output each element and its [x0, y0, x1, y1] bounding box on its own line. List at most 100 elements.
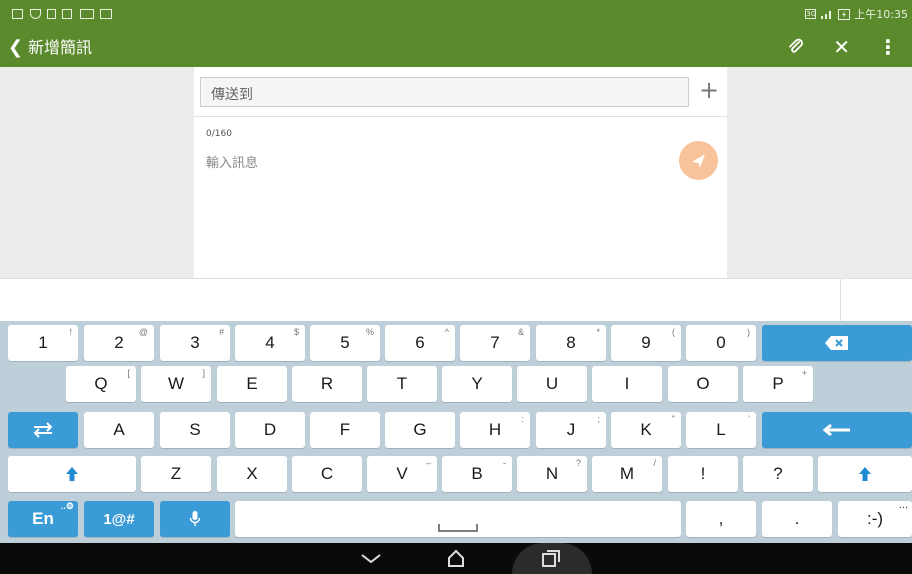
key-label: 2: [114, 333, 124, 352]
key-label: P: [772, 374, 784, 393]
key-l[interactable]: L ': [686, 412, 756, 448]
key-i[interactable]: I: [592, 366, 662, 402]
key-k[interactable]: K ": [611, 412, 681, 448]
key-question[interactable]: ?: [743, 456, 813, 492]
key-y[interactable]: Y: [442, 366, 512, 402]
back-arrow-icon[interactable]: ❮: [8, 37, 23, 59]
add-recipient-button[interactable]: +: [694, 75, 724, 105]
nav-home-icon[interactable]: [446, 548, 466, 568]
key-2[interactable]: 2 @: [84, 325, 154, 361]
shift-key-right[interactable]: [818, 456, 912, 492]
message-composer: 傳送到 + 0/160 輸入訊息: [194, 67, 727, 278]
enter-key[interactable]: [762, 412, 912, 448]
key-s[interactable]: S: [160, 412, 230, 448]
switch-keyboard-key[interactable]: [8, 412, 78, 448]
key-5[interactable]: 5%: [310, 325, 380, 361]
key-sublabel: (: [672, 327, 675, 337]
send-plane-icon: [692, 154, 705, 168]
key-label: W: [167, 374, 185, 393]
key-sublabel: ;: [597, 414, 600, 424]
key-w[interactable]: W]: [141, 366, 211, 402]
key-m[interactable]: M /: [592, 456, 662, 492]
key-6[interactable]: 6 ^: [385, 325, 455, 361]
key-c[interactable]: C: [292, 456, 362, 492]
key-4[interactable]: 4 $: [235, 325, 305, 361]
backspace-key[interactable]: [762, 325, 912, 361]
key-b[interactable]: B-: [442, 456, 512, 492]
key-f[interactable]: F: [310, 412, 380, 448]
shift-arrow-icon: [66, 467, 78, 481]
key-9[interactable]: 9(: [611, 325, 681, 361]
key-sublabel: ]: [202, 368, 205, 378]
left-margin-panel: [0, 67, 194, 278]
key-label: O: [696, 374, 710, 393]
key-label: 7: [490, 333, 500, 352]
key-7[interactable]: 7 &: [460, 325, 530, 361]
key-a[interactable]: A: [84, 412, 154, 448]
key-label: I: [624, 374, 630, 393]
key-3[interactable]: 3 #: [160, 325, 230, 361]
key-label: L: [716, 420, 726, 439]
language-key[interactable]: En ..⚙: [8, 501, 78, 537]
nav-recents-icon[interactable]: [541, 549, 561, 569]
key-sublabel: *: [596, 327, 600, 337]
key-g[interactable]: G: [385, 412, 455, 448]
key-label: En: [32, 509, 54, 528]
key-0[interactable]: 0): [686, 325, 756, 361]
key-label: 0: [716, 333, 726, 352]
key-sublabel: ...: [898, 499, 908, 511]
paperclip-icon[interactable]: [787, 38, 805, 56]
key-sublabel: $: [293, 327, 299, 337]
shift-arrow-icon: [859, 467, 871, 481]
key-label: E: [246, 374, 258, 393]
key-x[interactable]: X: [217, 456, 287, 492]
key-r[interactable]: R: [292, 366, 362, 402]
key-label: 3: [190, 333, 200, 352]
space-bar[interactable]: [235, 501, 681, 537]
key-j[interactable]: J;: [536, 412, 606, 448]
key-q[interactable]: Q[: [66, 366, 136, 402]
key-v[interactable]: V –: [367, 456, 437, 492]
gallery-icon: [12, 9, 23, 19]
key-o[interactable]: O: [668, 366, 738, 402]
page-title: 新增簡訊: [28, 38, 93, 57]
card-icon: [80, 9, 94, 19]
key-n[interactable]: N?: [517, 456, 587, 492]
key-period[interactable]: .: [762, 501, 832, 537]
key-t[interactable]: T: [367, 366, 437, 402]
key-8[interactable]: 8 *: [536, 325, 606, 361]
voice-input-key[interactable]: [160, 501, 230, 537]
close-icon[interactable]: ✕: [833, 35, 850, 59]
key-smiley[interactable]: :-) ...: [838, 499, 912, 537]
key-1[interactable]: 1!: [8, 325, 78, 361]
key-d[interactable]: D: [235, 412, 305, 448]
symbols-key[interactable]: 1@#: [84, 501, 154, 537]
recipient-input[interactable]: 傳送到: [200, 77, 689, 107]
key-sublabel: ): [747, 327, 750, 337]
key-p[interactable]: P +: [743, 366, 813, 402]
key-label: V: [396, 464, 408, 483]
divider: [194, 116, 727, 117]
key-h[interactable]: H:: [460, 412, 530, 448]
key-label: Y: [471, 374, 483, 393]
divider: [0, 278, 912, 279]
key-z[interactable]: Z: [141, 456, 211, 492]
key-sublabel: -: [503, 458, 506, 468]
shift-key-left[interactable]: [8, 456, 136, 492]
key-label: S: [189, 420, 201, 439]
message-input[interactable]: 輸入訊息: [206, 152, 258, 171]
key-label: 9: [641, 333, 651, 352]
key-sublabel: ?: [575, 458, 581, 468]
backspace-icon: [825, 336, 848, 350]
send-button[interactable]: [679, 141, 718, 180]
nav-back-chevron-icon[interactable]: [360, 553, 382, 565]
key-e[interactable]: E: [217, 366, 287, 402]
overflow-menu-icon[interactable]: ⋮: [878, 35, 898, 59]
key-label: F: [339, 420, 351, 439]
key-label: U: [545, 374, 559, 393]
network-badge: 3G: [805, 9, 817, 19]
key-sublabel: ^: [444, 327, 449, 337]
key-exclamation[interactable]: !: [668, 456, 738, 492]
key-comma[interactable]: ,: [686, 501, 756, 537]
key-u[interactable]: U: [517, 366, 587, 402]
